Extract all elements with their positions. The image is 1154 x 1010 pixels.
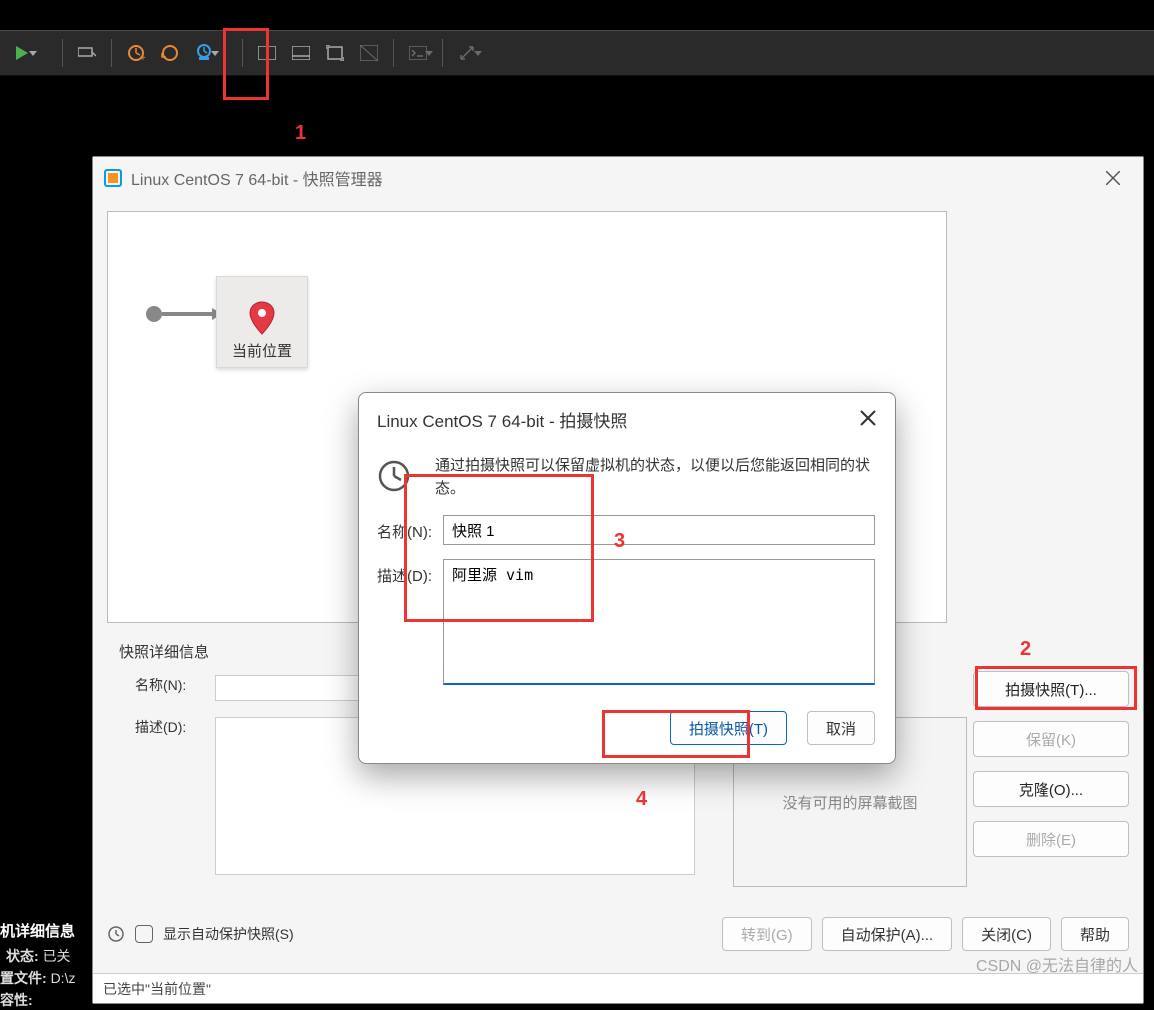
location-pin-icon <box>248 300 276 336</box>
footer-row: 显示自动保护快照(S) 转到(G) 自动保护(A)... 关闭(C) 帮助 <box>107 913 1129 955</box>
delete-button: 删除(E) <box>973 821 1129 857</box>
clock-icon <box>107 925 125 943</box>
annotation-label-3: 3 <box>614 530 625 553</box>
keep-button: 保留(K) <box>973 721 1129 757</box>
goto-button: 转到(G) <box>722 917 812 951</box>
console-icon[interactable] <box>402 37 434 69</box>
dialog-name-label: 名称(N): <box>377 515 443 542</box>
snapshot-origin-node <box>146 306 162 322</box>
dialog-title: Linux CentOS 7 64-bit - 拍摄快照 <box>377 407 627 432</box>
snapshot-revert-icon[interactable] <box>154 37 186 69</box>
dialog-desc-label: 描述(D): <box>377 559 443 586</box>
autoprotect-button[interactable]: 自动保护(A)... <box>822 917 953 951</box>
annotation-label-4: 4 <box>636 788 647 811</box>
window-title: Linux CentOS 7 64-bit - 快照管理器 <box>131 166 1093 190</box>
statusbar: 已选中"当前位置" <box>93 973 1143 1003</box>
show-autoprotect-label: 显示自动保护快照(S) <box>163 924 294 944</box>
no-screenshot-text: 没有可用的屏幕截图 <box>782 792 917 813</box>
view-split-icon[interactable] <box>251 37 283 69</box>
annotation-label-1: 1 <box>295 122 306 145</box>
dialog-close-button[interactable] <box>855 405 881 431</box>
svg-text:+: + <box>140 53 146 63</box>
dialog-description: 通过拍摄快照可以保留虚拟机的状态，以便以后您能返回相同的状态。 <box>435 455 875 500</box>
app-toolbar: + <box>0 30 1154 76</box>
help-button[interactable]: 帮助 <box>1061 917 1129 951</box>
dialog-take-button[interactable]: 拍摄快照(T) <box>670 711 787 745</box>
details-name-label: 名称(N): <box>135 675 215 695</box>
clone-button[interactable]: 克隆(O)... <box>973 771 1129 807</box>
current-location-node[interactable]: 当前位置 <box>216 276 308 368</box>
view-unity-icon[interactable] <box>353 37 385 69</box>
statusbar-text: 已选中"当前位置" <box>103 979 211 999</box>
snapshot-desc-input[interactable] <box>443 559 875 685</box>
vmware-icon <box>103 168 123 188</box>
snapshot-take-icon[interactable]: + <box>120 37 152 69</box>
window-titlebar: Linux CentOS 7 64-bit - 快照管理器 <box>93 157 1143 199</box>
snapshot-arrow-icon <box>162 312 214 316</box>
close-button[interactable]: 关闭(C) <box>962 917 1051 951</box>
details-desc-label: 描述(D): <box>135 717 215 737</box>
current-location-label: 当前位置 <box>232 340 292 361</box>
take-snapshot-button[interactable]: 拍摄快照(T)... <box>973 671 1129 707</box>
annotation-label-2: 2 <box>1020 638 1031 661</box>
details-header: 快照详细信息 <box>119 641 209 662</box>
watermark-text: CSDN @无法自律的人 <box>976 952 1138 976</box>
stretch-icon[interactable] <box>451 37 483 69</box>
take-snapshot-dialog: Linux CentOS 7 64-bit - 拍摄快照 通过拍摄快照可以保留虚… <box>358 392 896 764</box>
window-close-button[interactable] <box>1093 163 1133 193</box>
send-keys-icon[interactable] <box>71 37 103 69</box>
dialog-cancel-button[interactable]: 取消 <box>807 711 875 745</box>
bg-panel-title: 机详细信息 <box>0 920 75 941</box>
view-single-icon[interactable] <box>285 37 317 69</box>
snapshot-manager-icon[interactable] <box>188 37 220 69</box>
clock-icon <box>377 459 411 493</box>
snapshot-name-input[interactable] <box>443 515 875 545</box>
play-button[interactable] <box>6 37 38 69</box>
view-fullscreen-icon[interactable] <box>319 37 351 69</box>
show-autoprotect-checkbox[interactable] <box>135 925 153 943</box>
